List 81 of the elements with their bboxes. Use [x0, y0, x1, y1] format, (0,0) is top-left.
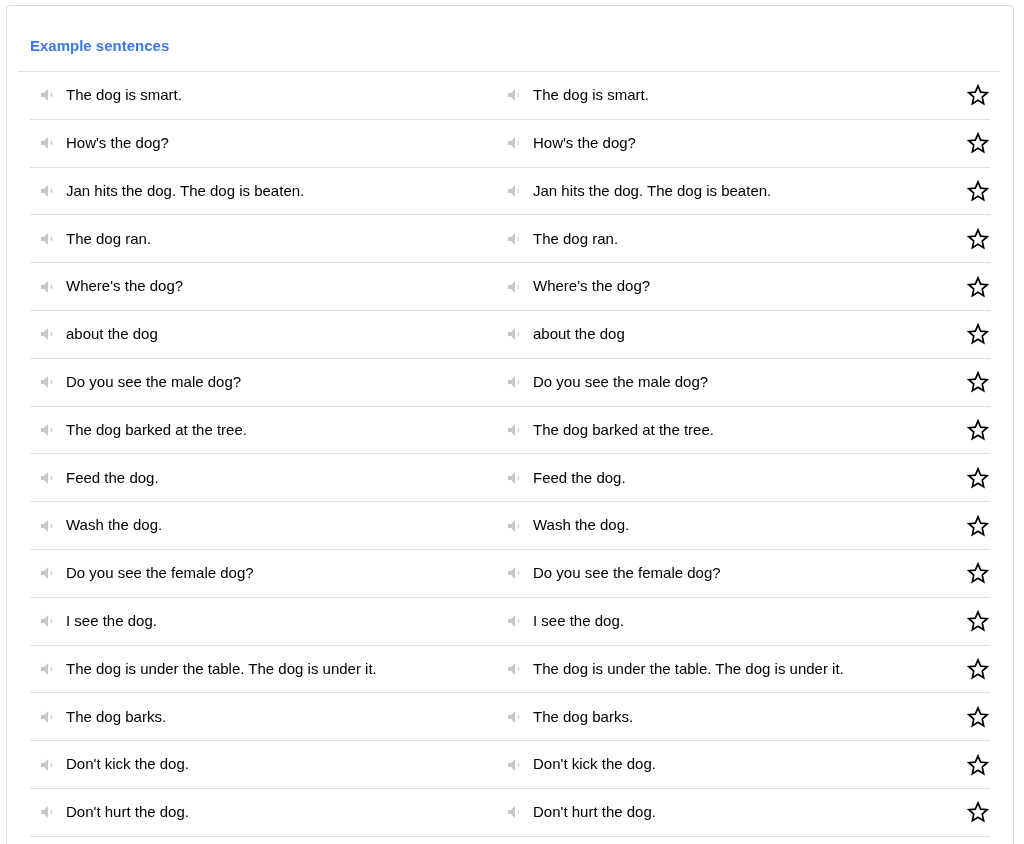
- translation-text: How's the dog?: [533, 132, 636, 153]
- star-icon[interactable]: [967, 227, 989, 250]
- speaker-icon[interactable]: [41, 567, 55, 580]
- star-icon[interactable]: [967, 466, 989, 489]
- sentence-text: The dog is under the table. The dog is under it.: [66, 658, 377, 679]
- star-icon[interactable]: [967, 323, 989, 346]
- speaker-icon[interactable]: [41, 710, 55, 723]
- translation-text: Jan hits the dog. The dog is beaten.: [533, 180, 772, 201]
- speaker-icon[interactable]: [508, 710, 522, 723]
- star-icon[interactable]: [967, 562, 989, 585]
- star-icon[interactable]: [967, 801, 989, 824]
- sentence-text: Where's the dog?: [66, 276, 184, 297]
- speaker-icon[interactable]: [41, 662, 55, 675]
- star-icon[interactable]: [967, 657, 989, 680]
- sentence-text: Do you see the male dog?: [66, 371, 242, 392]
- star-icon[interactable]: [967, 84, 989, 107]
- star-icon[interactable]: [967, 371, 989, 394]
- star-icon[interactable]: [967, 418, 989, 441]
- speaker-icon[interactable]: [508, 806, 522, 819]
- star-icon[interactable]: [967, 180, 989, 202]
- speaker-icon[interactable]: [41, 89, 55, 102]
- sentence-text: Don't hurt the dog.: [66, 802, 189, 823]
- speaker-icon[interactable]: [508, 328, 522, 341]
- speaker-icon[interactable]: [41, 232, 55, 245]
- translation-text: about the dog: [533, 324, 625, 345]
- speaker-icon[interactable]: [41, 280, 55, 293]
- star-icon[interactable]: [967, 705, 989, 728]
- translation-text: The dog barks.: [533, 706, 634, 727]
- speaker-icon[interactable]: [508, 89, 522, 102]
- sentence-text: The dog barks.: [66, 706, 167, 727]
- sentence-text: How's the dog?: [66, 132, 169, 153]
- star-icon[interactable]: [967, 514, 989, 537]
- speaker-icon[interactable]: [508, 615, 522, 628]
- translation-text: Do you see the female dog?: [533, 563, 721, 584]
- sentence-text: The dog ran.: [66, 228, 152, 249]
- speaker-icon[interactable]: [508, 423, 522, 436]
- sentence-text: Feed the dog.: [66, 467, 159, 488]
- speaker-icon[interactable]: [41, 471, 55, 484]
- sentence-text: Don't kick the dog.: [66, 754, 189, 775]
- translation-text: Wash the dog.: [533, 515, 630, 536]
- star-icon[interactable]: [967, 610, 989, 633]
- translation-text: Do you see the male dog?: [533, 371, 709, 392]
- speaker-icon[interactable]: [508, 567, 522, 580]
- speaker-icon[interactable]: [508, 471, 522, 484]
- speaker-icon[interactable]: [508, 376, 522, 389]
- speaker-icon[interactable]: [41, 376, 55, 389]
- sentence-text: Jan hits the dog. The dog is beaten.: [66, 180, 305, 201]
- speaker-icon[interactable]: [41, 615, 55, 628]
- speaker-icon[interactable]: [41, 328, 55, 341]
- translation-text: Feed the dog.: [533, 467, 626, 488]
- translation-text: The dog is smart.: [533, 85, 649, 106]
- star-icon[interactable]: [967, 275, 989, 298]
- sentence-text: I see the dog.: [66, 610, 157, 631]
- speaker-icon[interactable]: [41, 185, 55, 197]
- translation-text: Where's the dog?: [533, 276, 651, 297]
- translation-text: The dog barked at the tree.: [533, 419, 714, 440]
- sentence-text: The dog is smart.: [66, 85, 182, 106]
- translation-text: The dog ran.: [533, 228, 619, 249]
- speaker-icon[interactable]: [508, 519, 522, 532]
- star-icon[interactable]: [967, 753, 989, 776]
- speaker-icon[interactable]: [41, 519, 55, 532]
- speaker-icon[interactable]: [41, 137, 55, 150]
- speaker-icon[interactable]: [41, 806, 55, 819]
- star-icon[interactable]: [967, 132, 989, 155]
- speaker-icon[interactable]: [508, 232, 522, 245]
- sentence-text: The dog barked at the tree.: [66, 419, 247, 440]
- sentence-text: Wash the dog.: [66, 515, 163, 536]
- sentence-text: Do you see the female dog?: [66, 563, 254, 584]
- speaker-icon[interactable]: [508, 758, 522, 771]
- speaker-icon[interactable]: [41, 758, 55, 771]
- speaker-icon[interactable]: [508, 280, 522, 293]
- speaker-icon[interactable]: [41, 423, 55, 436]
- translation-text: Don't kick the dog.: [533, 754, 656, 775]
- speaker-icon[interactable]: [508, 185, 522, 197]
- sentence-text: about the dog: [66, 324, 158, 345]
- translation-text: The dog is under the table. The dog is under it.: [533, 658, 844, 679]
- speaker-icon[interactable]: [508, 662, 522, 675]
- speaker-icon[interactable]: [508, 137, 522, 150]
- translation-text: Don't hurt the dog.: [533, 802, 656, 823]
- translation-text: I see the dog.: [533, 610, 624, 631]
- section-title: Example sentences: [30, 35, 170, 56]
